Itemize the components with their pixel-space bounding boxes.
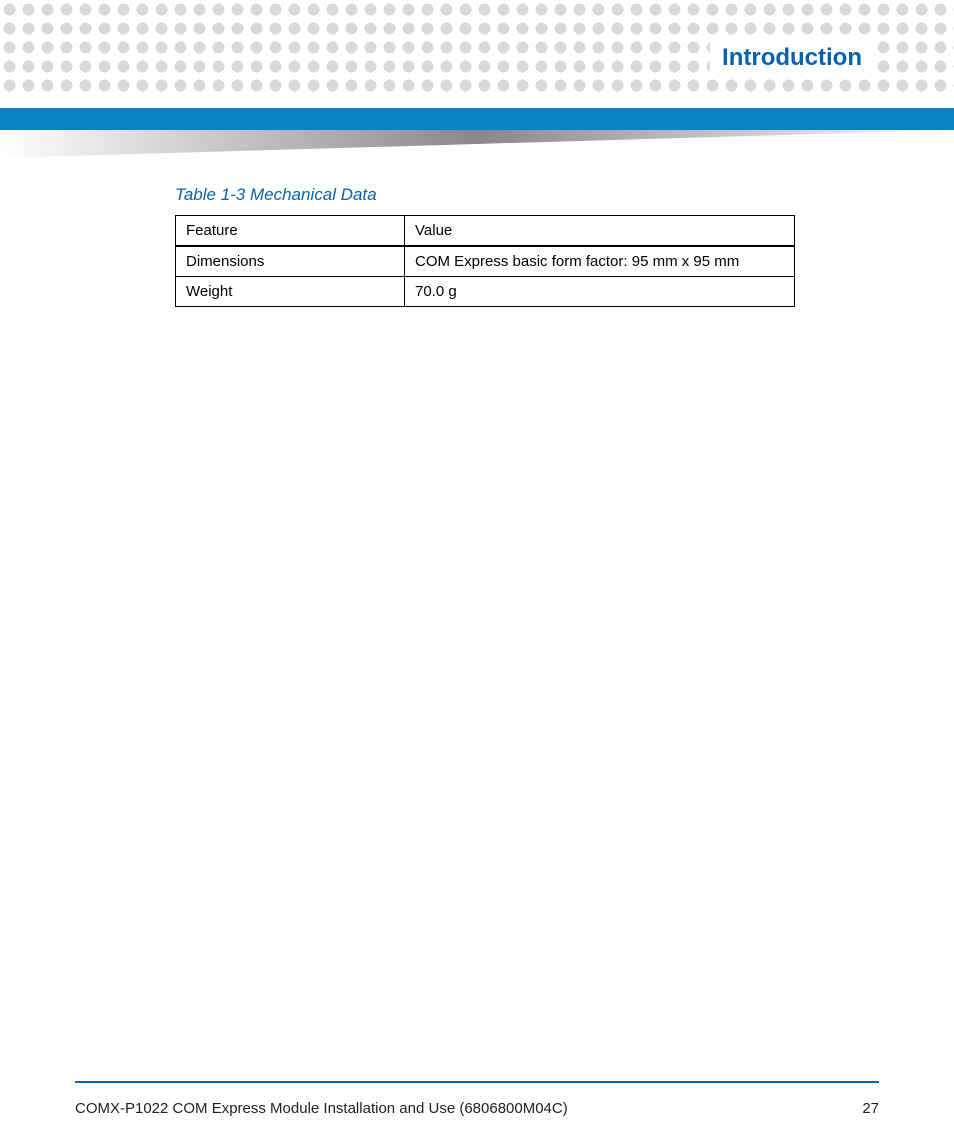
table-header-value: Value (405, 216, 795, 247)
footer-page-number: 27 (862, 1100, 879, 1117)
mechanical-data-table: Feature Value Dimensions COM Express bas… (175, 215, 795, 307)
header-wedge-decoration (0, 130, 954, 158)
main-content: Table 1-3 Mechanical Data Feature Value … (175, 185, 795, 307)
section-header-title: Introduction (710, 38, 874, 78)
footer-doc-title: COMX-P1022 COM Express Module Installati… (75, 1100, 568, 1117)
table-cell-value: COM Express basic form factor: 95 mm x 9… (405, 246, 795, 277)
table-title: Table 1-3 Mechanical Data (175, 185, 795, 205)
table-header-feature: Feature (176, 216, 405, 247)
table-row: Dimensions COM Express basic form factor… (176, 246, 795, 277)
table-cell-feature: Weight (176, 277, 405, 307)
footer-divider (75, 1081, 879, 1083)
table-cell-value: 70.0 g (405, 277, 795, 307)
table-row: Weight 70.0 g (176, 277, 795, 307)
table-header-row: Feature Value (176, 216, 795, 247)
table-cell-feature: Dimensions (176, 246, 405, 277)
page-footer: COMX-P1022 COM Express Module Installati… (75, 1100, 879, 1117)
header-blue-bar (0, 108, 954, 130)
